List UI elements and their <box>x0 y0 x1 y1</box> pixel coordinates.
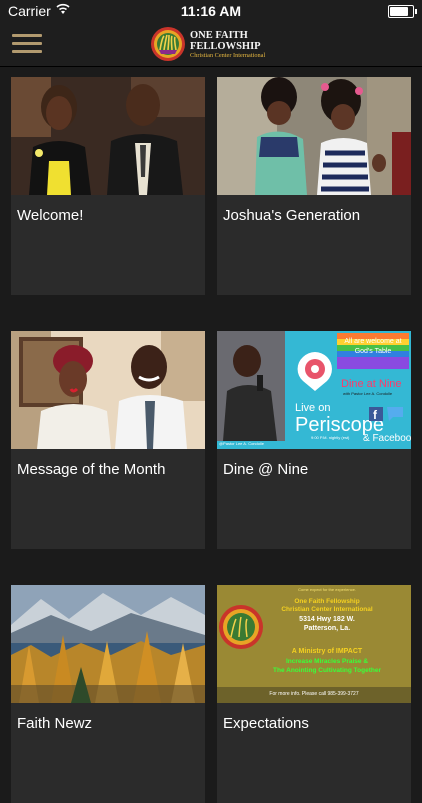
church-logo[interactable]: ONE FAITH FELLOWSHIP Christian Center In… <box>150 26 280 62</box>
expect-address-text: 5314 Hwy 182 W. <box>299 616 355 623</box>
card-title: Message of the Month <box>17 461 166 478</box>
card-image-expectations: Come expect for the experience. One Fait… <box>217 585 411 703</box>
card-faith-newz[interactable]: Faith Newz <box>11 585 205 803</box>
dine-at-nine-text: Dine at Nine <box>341 378 402 390</box>
card-title: Dine @ Nine <box>223 461 309 478</box>
card-image-dine-at-nine: All are welcome at God's Table Dine at N… <box>217 331 411 449</box>
card-image-message-of-the-month <box>11 331 205 449</box>
card-welcome[interactable]: Welcome! <box>11 77 205 295</box>
battery-level <box>390 7 408 16</box>
hamburger-icon-line <box>12 42 42 45</box>
dine-welcome-text2: God's Table <box>355 348 392 355</box>
status-time: 11:16 AM <box>180 3 242 19</box>
card-expectations[interactable]: Come expect for the experience. One Fait… <box>217 585 411 803</box>
logo-text-line3: Christian Center International <box>190 52 266 59</box>
card-dine-at-nine[interactable]: All are welcome at God's Table Dine at N… <box>217 331 411 549</box>
card-image-faith-newz <box>11 585 205 703</box>
card-title: Expectations <box>223 715 309 732</box>
dine-welcome-text1: All are welcome at <box>344 338 401 345</box>
card-title: Welcome! <box>17 207 84 224</box>
hamburger-icon <box>12 34 42 37</box>
card-image-welcome <box>11 77 205 195</box>
expect-name2-text: Christian Center International <box>281 606 373 613</box>
menu-button[interactable] <box>12 34 42 54</box>
nav-bar: ONE FAITH FELLOWSHIP Christian Center In… <box>0 22 422 67</box>
expect-motto1-text: Increase Miracles Praise & <box>286 658 368 665</box>
card-title: Faith Newz <box>17 715 93 732</box>
church-emblem-icon <box>151 27 185 61</box>
dine-live-text: Live on <box>295 402 330 414</box>
expect-info-text: For more info. Please call 985-399-3727 <box>269 691 358 697</box>
card-image-joshuas-generation <box>217 77 411 195</box>
dine-handle-text: @Pastor Lee A. Condolle <box>219 441 265 446</box>
status-bar: Carrier 11:16 AM <box>0 0 422 22</box>
card-joshuas-generation[interactable]: Joshua's Generation <box>217 77 411 295</box>
content-grid: Welcome! Joshua's Generation Message of … <box>0 67 422 803</box>
hamburger-icon-line <box>12 50 42 53</box>
battery-tip <box>415 9 417 14</box>
expect-name1-text: One Faith Fellowship <box>294 598 359 605</box>
dine-time-text: 9:00 P.M. nightly (est) <box>311 435 350 440</box>
logo-text-line2: FELLOWSHIP <box>190 41 261 52</box>
expect-ministry-text: A Ministry of IMPACT <box>292 648 363 655</box>
logo-text-line1: ONE FAITH <box>190 30 248 41</box>
battery-icon <box>388 5 417 18</box>
expect-top-text: Come expect for the experience. <box>298 587 356 592</box>
expect-motto2-text: The Anointing Cultivating Together <box>273 667 381 674</box>
dine-facebook-text: & Facebook <box>363 433 411 444</box>
card-message-of-the-month[interactable]: Message of the Month <box>11 331 205 549</box>
card-title: Joshua's Generation <box>223 207 361 224</box>
expect-city-text: Patterson, La. <box>304 625 350 632</box>
dine-pastor-text: with Pastor Lee A. Condolle <box>343 391 393 396</box>
